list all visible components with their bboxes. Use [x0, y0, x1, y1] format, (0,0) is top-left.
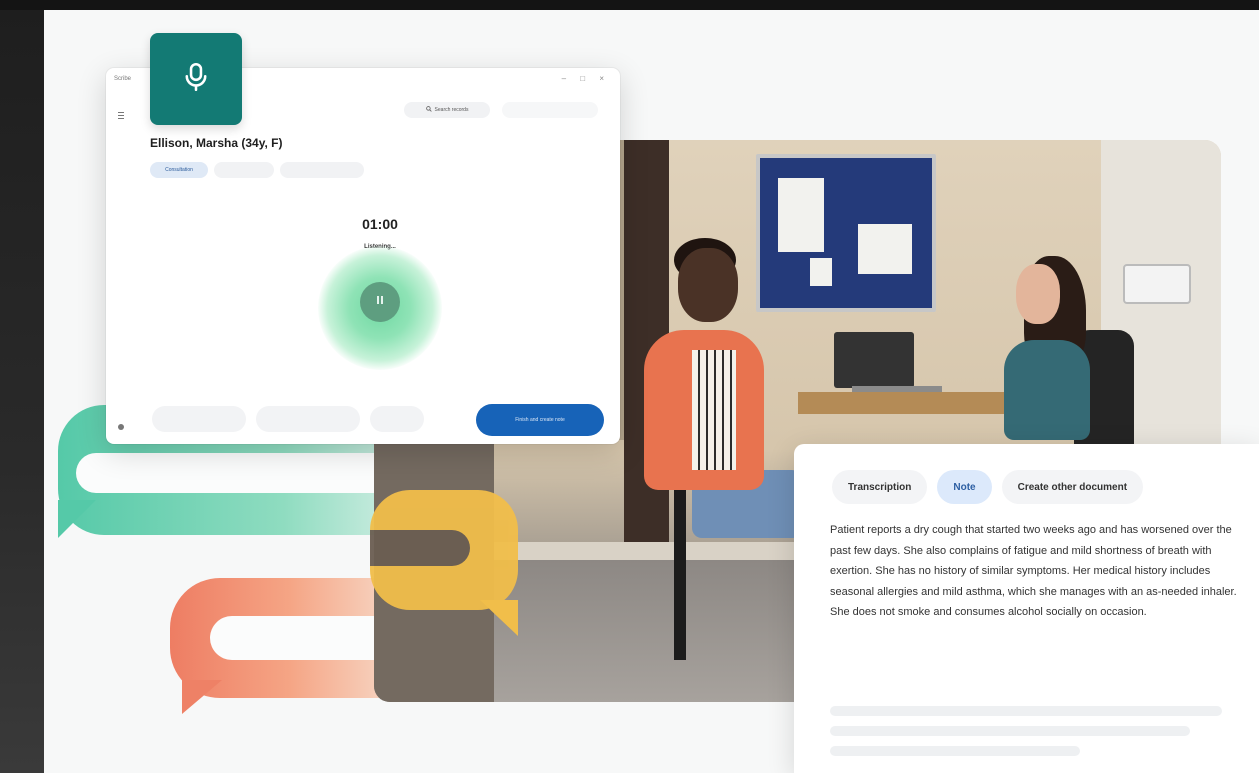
- pause-button[interactable]: [360, 282, 400, 322]
- note-text: Patient reports a dry cough that started…: [830, 524, 1237, 618]
- tab-note[interactable]: Note: [937, 470, 992, 504]
- tab-transcription[interactable]: Transcription: [832, 470, 928, 504]
- patient-name: Ellison, Marsha (34y, F): [150, 136, 283, 150]
- notice-board: [756, 154, 936, 312]
- yellow-speech-bubble: [370, 490, 518, 610]
- note-card: Transcription Note Create other document…: [794, 444, 1259, 773]
- green-bubble-tail: [58, 500, 96, 538]
- pause-icon: [374, 293, 386, 311]
- window-title: Scribe: [114, 76, 132, 82]
- secondary-button[interactable]: [502, 102, 598, 118]
- finish-note-button[interactable]: Finish and create note: [476, 404, 604, 436]
- tab-create-other-document[interactable]: Create other document: [1001, 470, 1144, 504]
- settings-dot[interactable]: [118, 424, 124, 430]
- recording-timer: 01:00: [362, 216, 398, 232]
- patient-chips: Consultation: [150, 162, 364, 178]
- orange-bubble-tail: [182, 680, 222, 714]
- top-dark-strip: [0, 0, 1259, 10]
- microphone-icon: [179, 60, 213, 99]
- footer-button-placeholder[interactable]: [152, 406, 246, 432]
- search-records-button[interactable]: Search records: [404, 102, 490, 118]
- text-placeholder-line: [830, 706, 1222, 716]
- window-controls[interactable]: – □ ×: [562, 74, 610, 83]
- footer-button-placeholder[interactable]: [256, 406, 360, 432]
- chip-placeholder: [280, 162, 364, 178]
- menu-icon[interactable]: [118, 112, 124, 120]
- text-placeholder-line: [830, 726, 1190, 736]
- microphone-tile: [150, 33, 242, 125]
- consultation-chip[interactable]: Consultation: [150, 162, 208, 178]
- search-records-label: Search records: [434, 107, 469, 113]
- search-icon: [425, 106, 432, 114]
- yellow-bubble-tail: [480, 600, 518, 636]
- footer-button-placeholder[interactable]: [370, 406, 424, 432]
- note-tabs: Transcription Note Create other document: [832, 470, 1144, 504]
- chip-placeholder: [214, 162, 274, 178]
- text-placeholder-line: [830, 746, 1080, 756]
